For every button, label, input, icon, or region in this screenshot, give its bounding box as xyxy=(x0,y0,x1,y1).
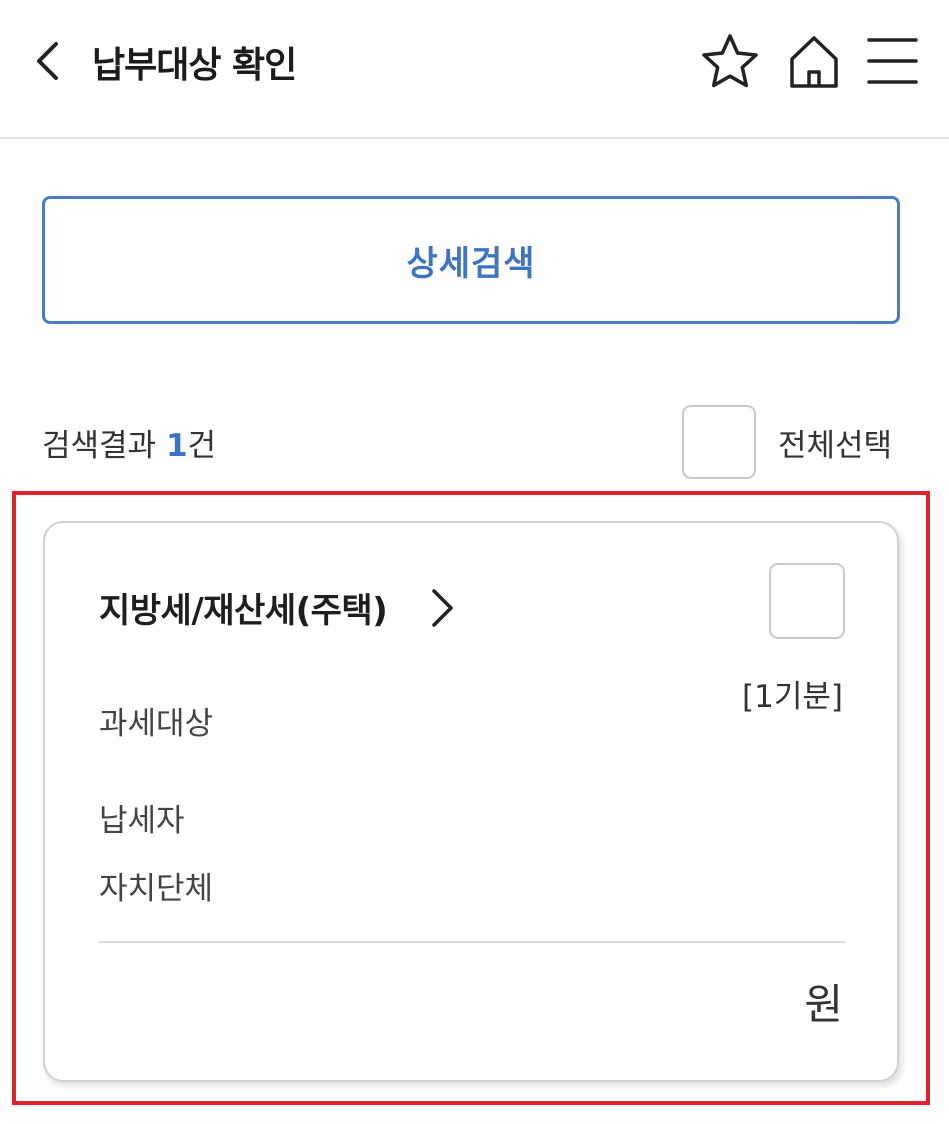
page-title: 납부대상 확인 xyxy=(92,45,297,86)
tax-item-title: 지방세/재산세(주택) xyxy=(99,591,388,631)
chevron-left-icon xyxy=(37,42,58,80)
field-label-local-government: 자치단체 xyxy=(99,871,214,907)
chevron-right-icon xyxy=(432,588,453,627)
back-button[interactable] xyxy=(30,38,70,84)
field-label-tax-target: 과세대상 xyxy=(99,706,214,742)
tax-item-detail-link[interactable]: 지방세/재산세(주택) xyxy=(99,583,457,632)
tax-item-checkbox[interactable] xyxy=(769,563,845,639)
field-label-taxpayer: 납세자 xyxy=(99,803,185,839)
hamburger-menu-icon xyxy=(867,38,918,84)
card-divider xyxy=(99,941,845,943)
result-count-prefix: 검색결과 xyxy=(42,428,166,464)
tax-item-card: 지방세/재산세(주택) [1기분] 과세대상 납세자 자치단체 원 xyxy=(43,521,899,1082)
top-header: 납부대상 확인 xyxy=(0,0,949,139)
select-all-label[interactable]: 전체선택 xyxy=(778,420,892,465)
tax-item-amount: 원 xyxy=(804,980,843,1029)
favorite-button[interactable] xyxy=(700,32,760,92)
detail-search-button[interactable]: 상세검색 xyxy=(42,196,900,324)
result-count-suffix: 건 xyxy=(187,428,217,464)
result-count-number: 1 xyxy=(165,428,188,464)
select-all-checkbox[interactable] xyxy=(682,405,756,479)
home-icon xyxy=(790,36,838,88)
tax-item-period: [1기분] xyxy=(742,679,843,715)
star-icon xyxy=(702,34,758,88)
menu-button[interactable] xyxy=(864,32,924,92)
result-count: 검색결과 1건 xyxy=(42,420,216,465)
home-button[interactable] xyxy=(784,32,844,92)
